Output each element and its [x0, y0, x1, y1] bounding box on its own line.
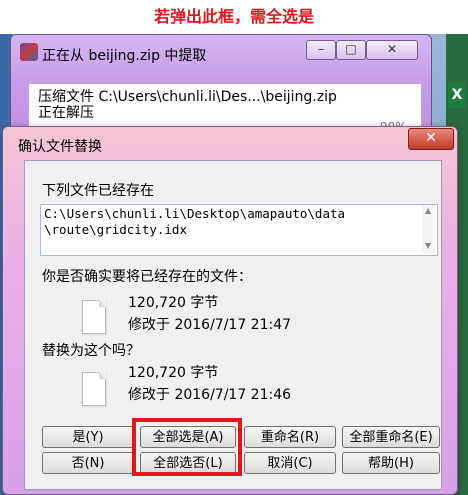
archive-icon — [20, 43, 38, 61]
maximize-button[interactable]: □ — [336, 40, 366, 60]
dialog-close-button[interactable]: ✕ — [408, 128, 454, 150]
rename-button[interactable]: 重命名(R) — [244, 426, 336, 448]
path-line-1: C:\Users\chunli.li\Desktop\amapauto\data — [44, 206, 346, 221]
dialog-title: 确认文件替换 — [18, 139, 102, 155]
scroll-down-icon[interactable]: ▼ — [425, 241, 431, 250]
minimize-button[interactable]: – — [306, 40, 336, 60]
existing-file-modified: 修改于 2016/7/17 21:47 — [128, 317, 292, 333]
new-file-size: 120,720 字节 — [128, 365, 219, 381]
extract-close-button[interactable]: ✕ — [366, 40, 418, 60]
existing-file-icon — [82, 300, 106, 334]
rename-all-button[interactable]: 全部重命名(E) — [342, 426, 440, 448]
existing-file-size: 120,720 字节 — [128, 295, 219, 311]
new-file-icon — [82, 372, 106, 406]
new-file-modified: 修改于 2016/7/17 21:46 — [128, 387, 292, 403]
yes-button[interactable]: 是(Y) — [42, 426, 134, 448]
extract-status: 正在解压 — [38, 105, 94, 121]
highlight-box — [132, 418, 242, 476]
help-button[interactable]: 帮助(H) — [342, 452, 440, 474]
cancel-button[interactable]: 取消(C) — [244, 452, 336, 474]
exists-label: 下列文件已经存在 — [42, 183, 154, 199]
extract-window-title: 正在从 beijing.zip 中提取 — [42, 48, 207, 64]
path-text: C:\Users\chunli.li\Desktop\amapauto\data… — [44, 206, 345, 238]
existing-file-info: 120,720 字节 修改于 2016/7/17 21:47 — [128, 292, 291, 336]
replace-question-label: 替换为这个吗？ — [42, 343, 140, 359]
path-scrollbar[interactable]: ▲ ▼ — [422, 205, 435, 253]
new-file-info: 120,720 字节 修改于 2016/7/17 21:46 — [128, 362, 291, 406]
annotation-text: 若弹出此框，需全选是 — [0, 0, 468, 34]
path-line-2: \route\gridcity.idx — [44, 222, 187, 237]
excel-icon: X — [448, 82, 466, 108]
scroll-up-icon[interactable]: ▲ — [425, 206, 431, 215]
question-label: 你是否确实要将已经存在的文件： — [42, 269, 252, 285]
no-button[interactable]: 否(N) — [42, 452, 134, 474]
